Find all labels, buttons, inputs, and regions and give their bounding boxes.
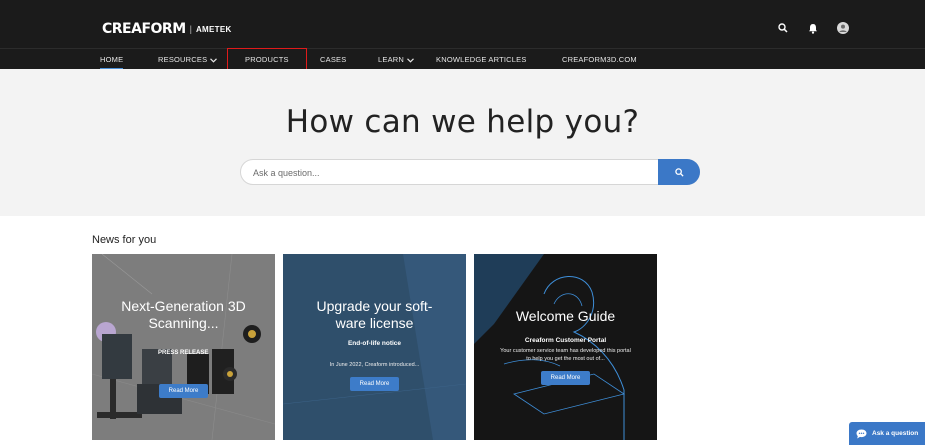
card-content: Next-Generation 3D Scanning...	[92, 298, 275, 332]
read-more-button[interactable]: Read More	[349, 377, 400, 391]
hero-section: How can we help you?	[0, 69, 925, 216]
ask-question-chat-button[interactable]: Ask a question	[849, 422, 925, 445]
nav-home-label: HOME	[100, 55, 124, 64]
read-more-button[interactable]: Read More	[540, 371, 591, 385]
nav-resources-label: RESOURCES	[158, 55, 208, 64]
chevron-down-icon	[210, 50, 218, 71]
news-card-welcome[interactable]: Welcome Guide Creaform Customer Portal Y…	[474, 254, 657, 440]
creaform-logo[interactable]: CREAFORM | AMETEK	[102, 21, 232, 37]
search-bar	[240, 159, 700, 185]
nav-home[interactable]: HOME	[100, 49, 124, 70]
logo-text: CREAFORM	[102, 21, 186, 37]
nav-products-label: PRODUCTS	[245, 55, 289, 64]
nav-resources[interactable]: RESOURCES	[158, 49, 218, 71]
search-icon	[674, 167, 684, 177]
chevron-down-icon	[407, 50, 414, 71]
nav-cases[interactable]: CASES	[320, 49, 346, 70]
logo-subtext: AMETEK	[195, 24, 232, 34]
nav-learn-label: LEARN	[378, 55, 405, 64]
chat-bubble-icon	[856, 429, 867, 438]
search-input[interactable]	[253, 164, 653, 181]
nav-cases-label: CASES	[320, 55, 347, 64]
card-heading: Next-Generation 3D Scanning...	[121, 298, 246, 331]
page-title: How can we help you?	[285, 104, 640, 140]
card-heading: Upgrade your soft-ware license	[316, 298, 433, 331]
news-card-scanning[interactable]: Next-Generation 3D Scanning... PRESS REL…	[92, 254, 275, 440]
card-description: In June 2022, Creaform introduced...	[329, 362, 420, 368]
card-subheading: End-of-life notice	[347, 340, 402, 347]
bell-icon[interactable]	[805, 20, 821, 36]
nav-learn[interactable]: LEARN	[378, 49, 414, 70]
card-actions: Read More	[92, 376, 275, 398]
card-description: Your customer service team has developed…	[500, 348, 631, 362]
nav-creaform3d-label: CREAFORM3D.COM	[562, 55, 637, 64]
nav-products[interactable]: PRODUCTS	[227, 48, 307, 71]
card-tag: PRESS RELEASE	[158, 350, 209, 356]
card-content: Welcome Guide Creaform Customer Portal Y…	[474, 308, 657, 385]
card-subheading: Creaform Customer Portal	[524, 337, 607, 344]
header-icons	[775, 20, 851, 36]
main-nav: HOME RESOURCES PRODUCTS CASES LEARN KNOW…	[0, 48, 925, 71]
ask-question-label: Ask a question	[872, 430, 919, 437]
nav-knowledge-articles[interactable]: KNOWLEDGE ARTICLES	[436, 49, 527, 70]
card-content: Upgrade your soft-ware license End-of-li…	[283, 298, 466, 391]
search-icon[interactable]	[775, 20, 791, 36]
card-heading: Welcome Guide	[515, 308, 616, 324]
read-more-button[interactable]: Read More	[158, 384, 209, 398]
nav-creaform3d[interactable]: CREAFORM3D.COM	[562, 49, 637, 70]
card-background-image	[92, 254, 275, 440]
news-card-upgrade[interactable]: Upgrade your soft-ware license End-of-li…	[283, 254, 466, 440]
user-avatar-icon[interactable]	[835, 20, 851, 36]
logo-separator: |	[189, 24, 192, 34]
news-section-title: News for you	[92, 234, 157, 246]
search-button[interactable]	[658, 159, 700, 185]
nav-knowledge-label: KNOWLEDGE ARTICLES	[436, 55, 527, 64]
